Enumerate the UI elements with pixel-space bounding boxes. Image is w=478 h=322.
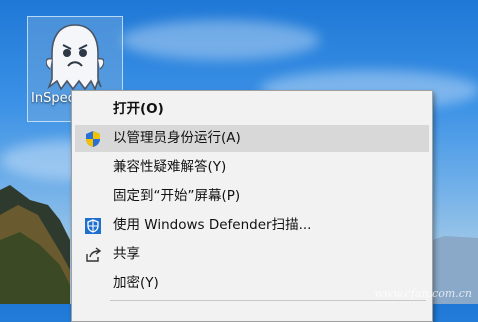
menu-item-label: 使用 Windows Defender扫描... (113, 217, 312, 233)
menu-item-run-as-admin[interactable]: 以管理员身份运行(A) (75, 125, 429, 152)
uac-shield-icon (86, 131, 100, 147)
menu-item-label: 打开(O) (113, 101, 164, 117)
ghost-icon (46, 24, 104, 91)
windows-defender-icon (85, 218, 101, 234)
menu-item-pin-to-start[interactable]: 固定到“开始”屏幕(P) (75, 183, 429, 210)
menu-item-label: 以管理员身份运行(A) (113, 130, 241, 146)
menu-item-open[interactable]: 打开(O) (75, 96, 429, 123)
menu-item-defender-scan[interactable]: 使用 Windows Defender扫描... (75, 212, 429, 239)
menu-item-compat-troubleshoot[interactable]: 兼容性疑难解答(Y) (75, 154, 429, 181)
menu-separator (110, 300, 426, 301)
menu-item-label: 兼容性疑难解答(Y) (113, 159, 227, 175)
menu-item-label: 固定到“开始”屏幕(P) (113, 188, 241, 204)
menu-item-share[interactable]: 共享 (75, 241, 429, 268)
menu-item-label: 加密(Y) (113, 275, 159, 291)
watermark: www.cfan.com.cn (374, 287, 472, 300)
share-icon (86, 247, 102, 262)
menu-item-label: 共享 (113, 246, 140, 262)
